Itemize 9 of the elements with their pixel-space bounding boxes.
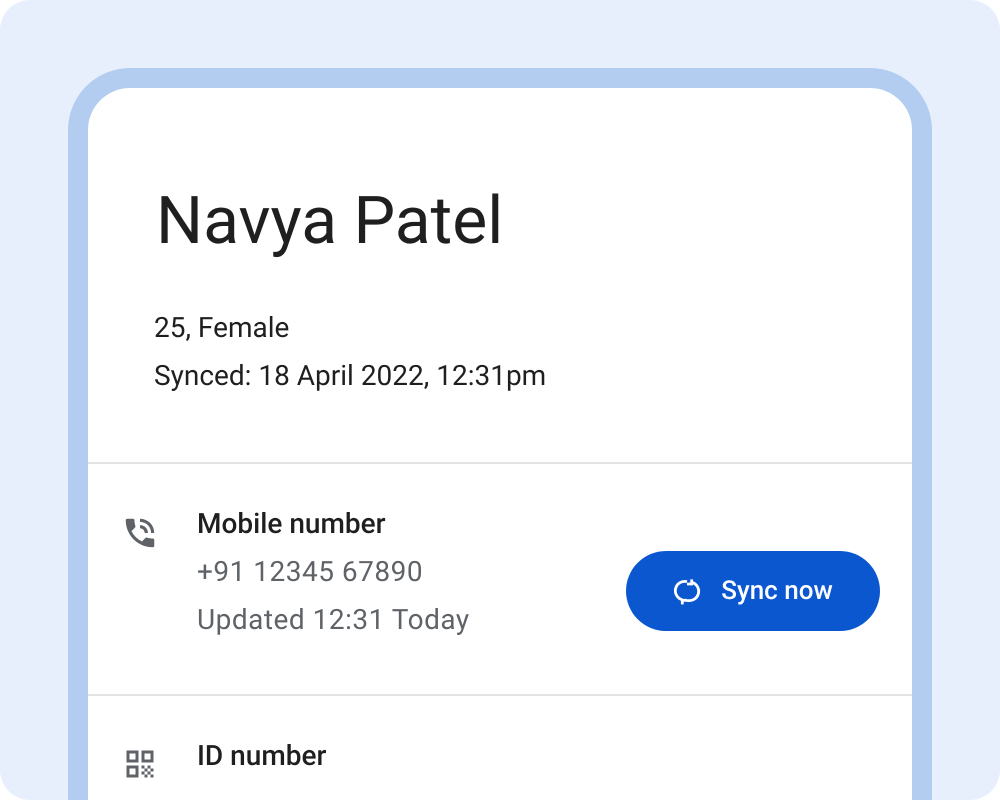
person-name: Navya Patel	[155, 184, 504, 260]
sync-icon	[673, 577, 702, 605]
sync-button[interactable]: Sync now	[626, 551, 880, 631]
field-value: +91 12345 67890	[197, 554, 424, 590]
field-label: ID number	[197, 738, 328, 774]
update-time-text: Updated 12:31 Today	[197, 602, 471, 638]
sync-time-text: Synced: 18 April 2022, 12:31pm	[154, 358, 548, 394]
age-gender-text: 25, Female	[154, 310, 290, 346]
field-label: Mobile number	[197, 506, 387, 542]
